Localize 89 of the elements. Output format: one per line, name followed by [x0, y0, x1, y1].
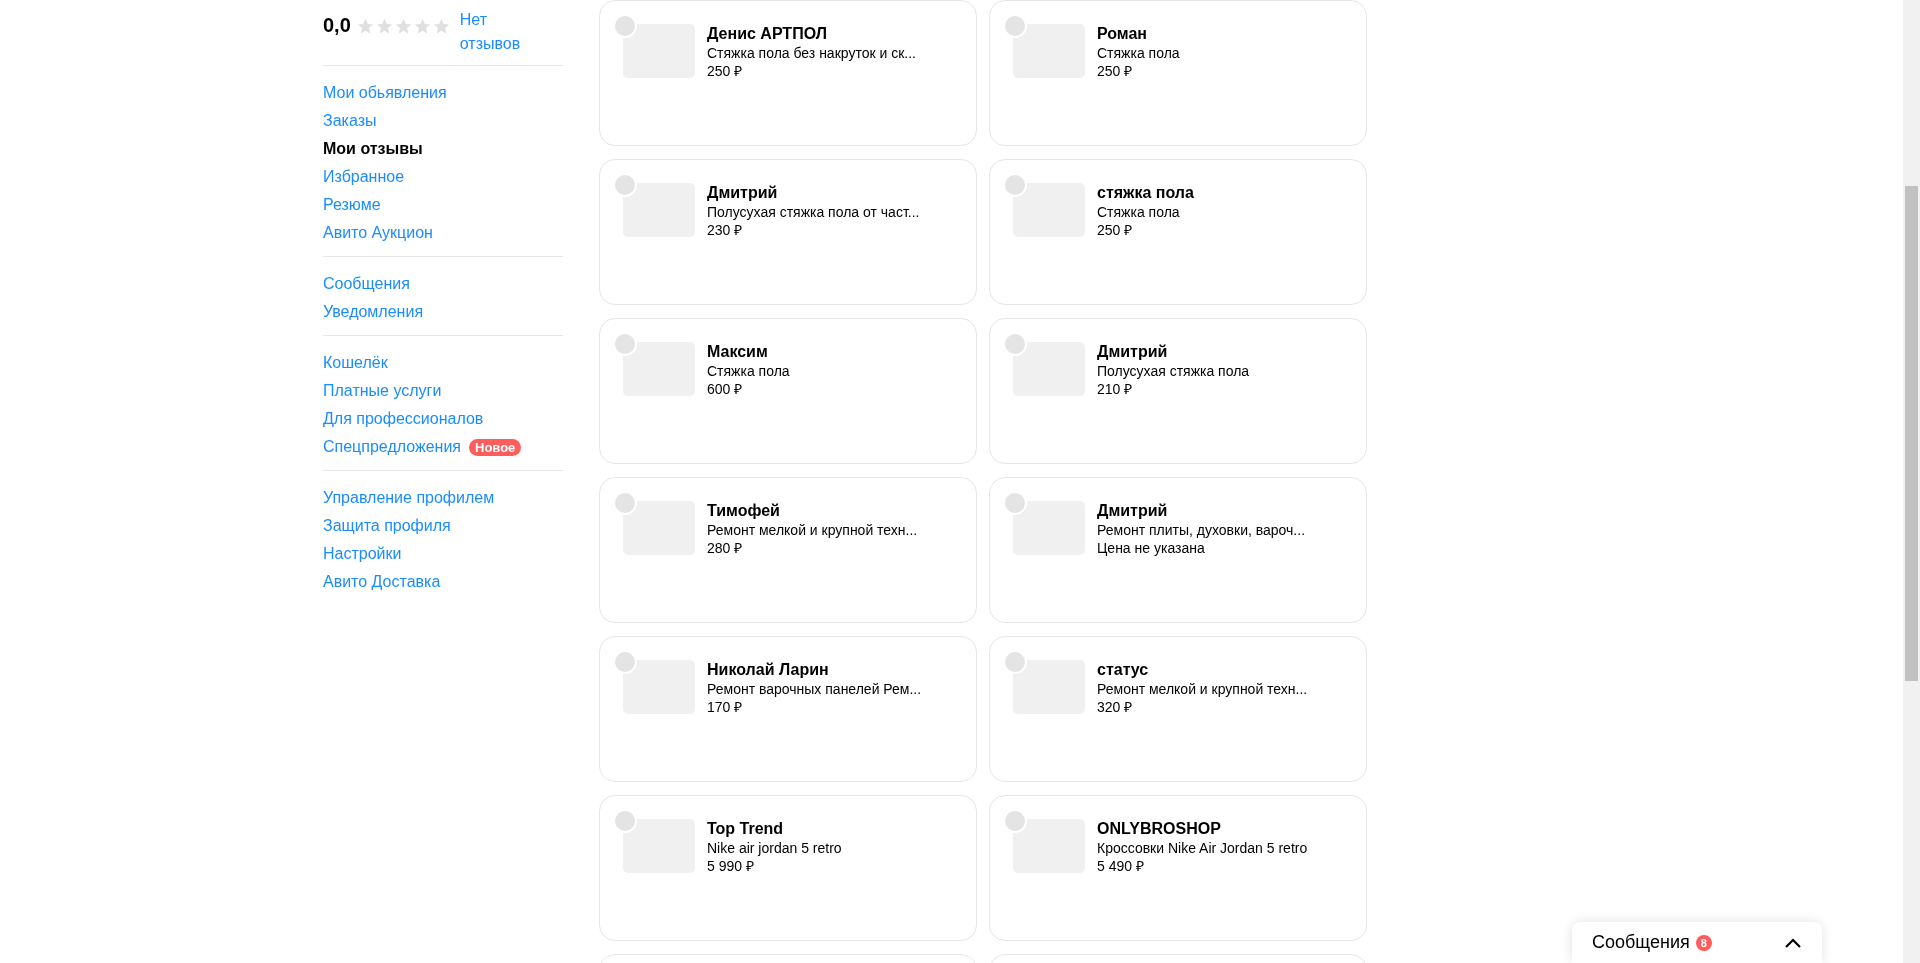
photo-placeholder: [1013, 660, 1085, 714]
reviewer-name: Дмитрий: [1097, 342, 1169, 362]
listing-price: 210 ₽: [1097, 380, 1134, 398]
listing-price: 250 ₽: [1097, 221, 1134, 239]
review-card[interactable]: Дмитрий Ремонт плиты, духовки, вароч... Цена не указана: [989, 477, 1367, 623]
listing-title: Стяжка пола: [707, 362, 790, 380]
sidebar-item[interactable]: Авито Доставка: [323, 573, 441, 591]
photo-placeholder: [623, 183, 695, 237]
rating-score: 0,0: [323, 14, 351, 37]
sidebar-item[interactable]: Кошелёк: [323, 354, 388, 372]
listing-price: 600 ₽: [707, 380, 744, 398]
sidebar-item[interactable]: Для профессионалов: [323, 410, 484, 428]
messages-widget[interactable]: Сообщения 8: [1572, 922, 1822, 963]
photo-placeholder: [1013, 24, 1085, 78]
reviewer-name: Дмитрий: [1097, 501, 1169, 521]
reviewer-name: Дмитрий: [707, 183, 779, 203]
listing-title: Ремонт плиты, духовки, вароч...: [1097, 521, 1306, 539]
review-card[interactable]: ONLYBROSHOP Кроссовки Nike Air Jordan 5 retro 5 490 ₽: [989, 795, 1367, 941]
review-card[interactable]: статус Ремонт мелкой и крупной техн... 320 ₽: [989, 636, 1367, 782]
reviewer-name: Максим: [707, 342, 769, 362]
sidebar-item[interactable]: Сообщения: [323, 275, 410, 293]
reviewer-name: Денис АРТПОЛ: [707, 24, 828, 44]
listing-title: Полусухая стяжка пола от част...: [707, 203, 920, 221]
listing-price: 170 ₽: [707, 698, 744, 716]
listing-price: Цена не указана: [1097, 539, 1206, 557]
photo-placeholder: [623, 501, 695, 555]
reviewer-name: Роман: [1097, 24, 1149, 44]
photo-placeholder: [1013, 342, 1085, 396]
sidebar-item[interactable]: Мои отзывы: [323, 140, 423, 158]
listing-price: 5 490 ₽: [1097, 857, 1145, 875]
chevron-up-icon[interactable]: [1784, 936, 1802, 949]
star-icon: [432, 18, 450, 35]
listing-price: 280 ₽: [707, 539, 744, 557]
review-card[interactable]: Денис АРТПОЛ Стяжка пола без накруток и ск... 250 ₽: [599, 0, 977, 146]
listing-title: Стяжка пола: [1097, 203, 1181, 221]
listing-title: Ремонт мелкой и крупной техн...: [1097, 680, 1308, 698]
reviewer-name: Тимофей: [707, 501, 781, 521]
reviewer-name: Top Trend: [707, 819, 785, 839]
messages-title: Сообщения: [1592, 932, 1690, 953]
review-card[interactable]: Top Trend Nike air jordan 5 retro 5 990 ₽: [599, 795, 977, 941]
sidebar-item[interactable]: Спецпредложения: [323, 438, 461, 456]
sidebar-item[interactable]: Резюме: [323, 196, 381, 214]
listing-title: Ремонт варочных панелей Рем...: [707, 680, 922, 698]
review-card[interactable]: Дмитрий Полусухая стяжка пола от част... 230 ₽: [599, 159, 977, 305]
photo-placeholder: [1013, 183, 1085, 237]
sidebar-item[interactable]: Избранное: [323, 168, 405, 186]
sidebar-item[interactable]: Уведомления: [323, 303, 424, 321]
star-icon: [356, 18, 374, 35]
sidebar-item[interactable]: Защита профиля: [323, 517, 451, 535]
sidebar-item[interactable]: Заказы: [323, 112, 377, 130]
listing-title: Стяжка пола: [1097, 44, 1180, 62]
sidebar-item[interactable]: Настройки: [323, 545, 402, 563]
review-card[interactable]: Николай Ларин Ремонт варочных панелей Рем... 170 ₽: [599, 636, 977, 782]
listing-title: Ремонт мелкой и крупной техн...: [707, 521, 918, 539]
review-card[interactable]: Максим Стяжка пола 600 ₽: [599, 318, 977, 464]
reviewer-name: стяжка пола: [1097, 183, 1194, 203]
reviews-link[interactable]: Нет отзывов: [459, 8, 530, 56]
sidebar-item[interactable]: Авито Аукцион: [323, 224, 433, 242]
listing-price: 5 990 ₽: [707, 857, 755, 875]
photo-placeholder: [1013, 819, 1085, 873]
listing-price: 320 ₽: [1097, 698, 1134, 716]
listing-price: 230 ₽: [707, 221, 744, 239]
photo-placeholder: [623, 819, 695, 873]
reviewer-name: статус: [1097, 660, 1150, 680]
listing-price: 250 ₽: [1097, 62, 1134, 80]
photo-placeholder: [623, 660, 695, 714]
review-card[interactable]: Дмитрий Полусухая стяжка пола 210 ₽: [989, 318, 1367, 464]
listing-price: 250 ₽: [707, 62, 744, 80]
review-card[interactable]: Тимофей Ремонт мелкой и крупной техн... 280 ₽: [599, 477, 977, 623]
photo-placeholder: [623, 24, 695, 78]
new-badge: Новое: [469, 438, 522, 456]
listing-title: Nike air jordan 5 retro: [707, 839, 842, 857]
scrollbar[interactable]: [1903, 0, 1920, 963]
reviewer-name: Николай Ларин: [707, 660, 830, 680]
star-icon: [413, 18, 431, 35]
photo-placeholder: [1013, 501, 1085, 555]
listing-title: Кроссовки Nike Air Jordan 5 retro: [1097, 839, 1308, 857]
listing-title: Полусухая стяжка пола: [1097, 362, 1250, 380]
listing-title: Стяжка пола без накруток и ск...: [707, 44, 916, 62]
star-icon: [394, 18, 412, 35]
unread-count: 8: [1695, 934, 1712, 951]
review-card[interactable]: стяжка пола Стяжка пола 250 ₽: [989, 159, 1367, 305]
star-icon: [375, 18, 393, 35]
sidebar-item[interactable]: Управление профилем: [323, 489, 495, 507]
sidebar-item[interactable]: Платные услуги: [323, 382, 442, 400]
review-card[interactable]: Роман Стяжка пола 250 ₽: [989, 0, 1367, 146]
photo-placeholder: [623, 342, 695, 396]
reviewer-name: ONLYBROSHOP: [1097, 819, 1222, 839]
sidebar-item[interactable]: Мои обьявления: [323, 84, 447, 102]
